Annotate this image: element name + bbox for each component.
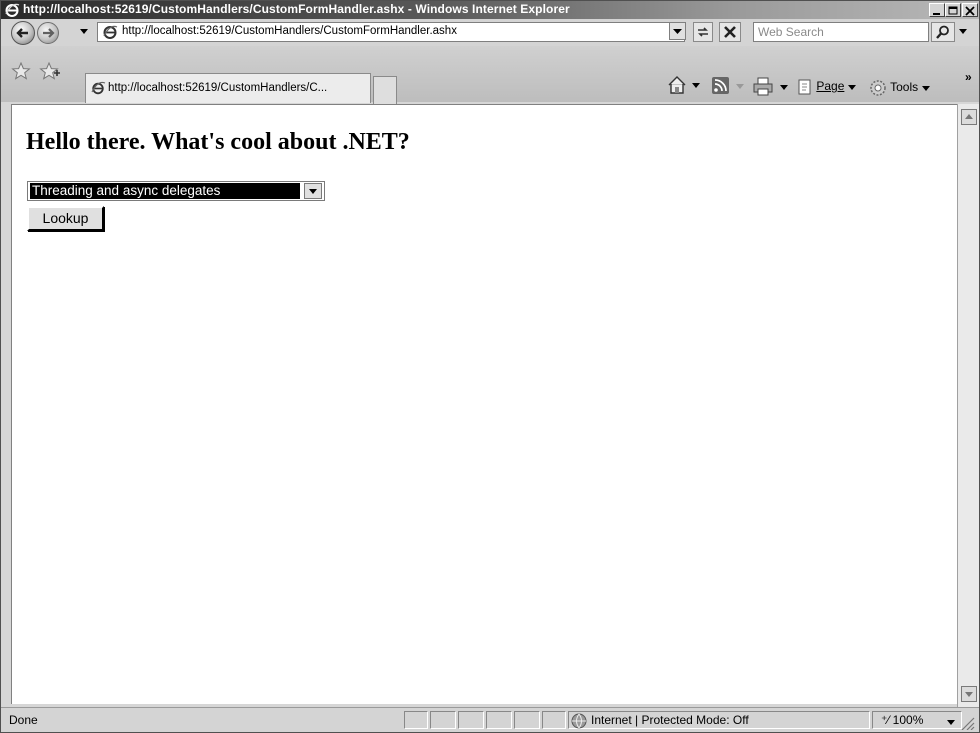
navigation-bar: http://localhost:52619/CustomHandlers/Cu… — [1, 19, 979, 46]
lookup-button[interactable]: Lookup — [27, 206, 104, 231]
chevron-up-icon — [965, 114, 973, 119]
address-dropdown-button[interactable] — [669, 22, 686, 40]
vertical-scrollbar[interactable] — [957, 104, 979, 707]
security-zone-text: Internet | Protected Mode: Off — [591, 713, 749, 727]
favorites-star-icon[interactable] — [11, 62, 31, 80]
tab-command-row: http://localhost:52619/CustomHandlers/C.… — [1, 46, 979, 104]
back-arrow-icon — [16, 28, 28, 38]
page-icon — [103, 25, 118, 39]
print-icon[interactable] — [753, 77, 793, 97]
search-options-dropdown[interactable] — [958, 28, 968, 35]
page-menu[interactable]: Page — [797, 79, 857, 95]
status-panel — [404, 711, 428, 729]
minimize-icon — [933, 13, 940, 15]
search-input[interactable]: Web Search — [753, 22, 929, 42]
tools-menu[interactable]: Tools — [869, 79, 931, 97]
tab-label: http://localhost:52619/CustomHandlers/C.… — [108, 82, 328, 94]
recent-pages-dropdown[interactable] — [79, 28, 89, 35]
zoom-level[interactable]: ⁺⁄ 100% — [881, 713, 923, 727]
ie-logo-icon — [5, 3, 20, 17]
zoom-icon: ⁺⁄ — [881, 713, 893, 727]
back-button[interactable] — [11, 21, 35, 45]
feeds-icon[interactable] — [711, 76, 747, 96]
add-to-favorites-icon[interactable] — [39, 62, 61, 80]
stop-button[interactable] — [719, 22, 741, 42]
page-icon — [91, 81, 106, 95]
chevron-down-icon — [673, 29, 682, 34]
refresh-button[interactable] — [693, 22, 713, 42]
topic-select[interactable]: Threading and async delegates — [27, 181, 325, 201]
browser-window: http://localhost:52619/CustomHandlers/Cu… — [0, 0, 980, 733]
refresh-icon — [698, 27, 708, 37]
status-panel — [542, 711, 566, 729]
resize-grip-icon[interactable] — [959, 716, 975, 730]
home-icon[interactable] — [667, 75, 703, 95]
globe-icon — [571, 713, 587, 729]
gear-icon — [870, 80, 886, 96]
select-dropdown-button[interactable] — [304, 183, 322, 199]
chevron-down-icon — [309, 189, 317, 194]
tools-menu-label: Tools — [890, 80, 919, 95]
more-commands-button[interactable]: » — [965, 70, 972, 84]
zoom-value: 100% — [892, 713, 924, 727]
status-text: Done — [9, 713, 38, 727]
scroll-down-button[interactable] — [961, 686, 977, 702]
status-panel — [430, 711, 456, 729]
search-placeholder: Web Search — [758, 25, 824, 39]
forward-button[interactable] — [37, 22, 59, 44]
maximize-button[interactable] — [945, 3, 961, 17]
zoom-dropdown[interactable] — [946, 719, 956, 726]
window-title: http://localhost:52619/CustomHandlers/Cu… — [23, 2, 570, 16]
scroll-up-button[interactable] — [961, 109, 977, 125]
new-tab-button[interactable] — [373, 76, 397, 104]
tab-current-page[interactable]: http://localhost:52619/CustomHandlers/C.… — [85, 73, 371, 103]
forward-arrow-icon — [43, 28, 55, 38]
status-panel — [514, 711, 540, 729]
search-icon — [936, 25, 949, 39]
close-icon — [965, 6, 975, 16]
chevron-down-icon — [965, 692, 973, 697]
title-bar[interactable]: http://localhost:52619/CustomHandlers/Cu… — [1, 1, 979, 19]
address-text[interactable]: http://localhost:52619/CustomHandlers/Cu… — [122, 25, 457, 37]
select-selected-value: Threading and async delegates — [30, 183, 300, 199]
page-content: Hello there. What's cool about .NET? Thr… — [11, 104, 957, 704]
stop-icon — [724, 26, 736, 38]
close-button[interactable] — [962, 3, 978, 17]
status-panel — [458, 711, 484, 729]
status-bar: Done Internet | Protected Mode: Off ⁺⁄ 1… — [1, 707, 979, 732]
page-icon — [798, 79, 811, 95]
address-bar[interactable]: http://localhost:52619/CustomHandlers/Cu… — [97, 22, 685, 42]
page-menu-label: Page — [816, 79, 845, 94]
search-button[interactable] — [931, 22, 955, 42]
minimize-button[interactable] — [929, 3, 945, 17]
maximize-icon — [948, 6, 958, 15]
page-heading: Hello there. What's cool about .NET? — [26, 129, 410, 155]
status-panel — [486, 711, 512, 729]
